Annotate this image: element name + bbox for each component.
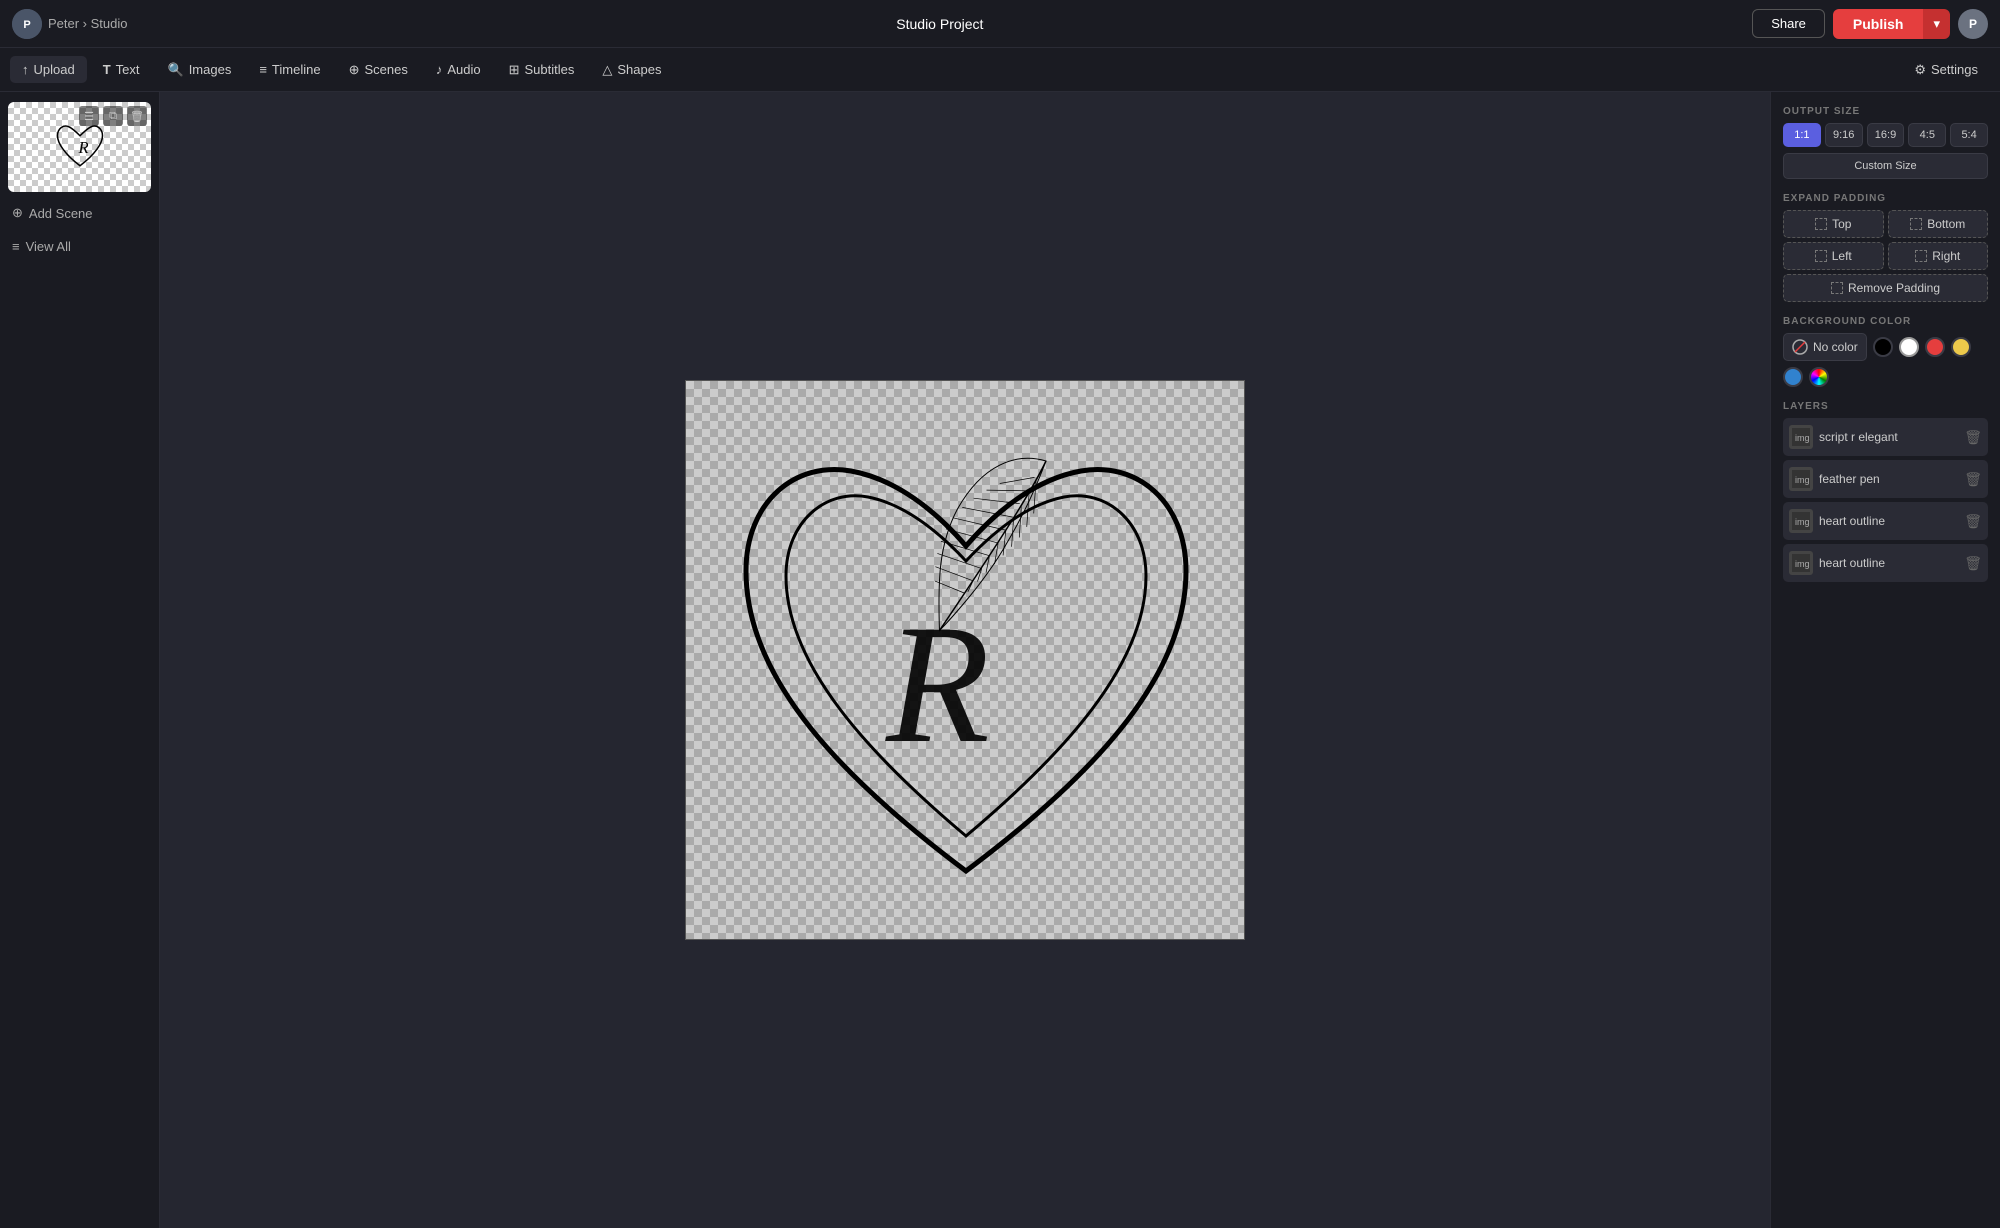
layer-delete-button[interactable]: 🗑 [1964,555,1982,572]
padding-bottom-button[interactable]: Bottom [1888,210,1989,238]
publish-button[interactable]: Publish [1833,9,1924,39]
padding-left-button[interactable]: Left [1783,242,1884,270]
toolbar-scenes[interactable]: ⊕ Scenes [337,56,420,84]
toolbar-shapes[interactable]: △ Shapes [590,56,673,84]
publish-dropdown-button[interactable]: ▾ [1923,9,1950,39]
size-options: 1:1 9:16 16:9 4:5 5:4 [1783,123,1988,147]
breadcrumb: Peter › Studio [48,16,128,31]
upload-icon: ↑ [22,62,29,77]
subtitles-icon: ⊞ [509,62,520,78]
nav-left: P Peter › Studio [12,9,128,39]
text-icon: T [103,62,111,77]
scene-copy-button[interactable]: ⧉ [103,106,123,126]
size-16-9[interactable]: 16:9 [1867,123,1905,147]
settings-icon: ⚙ [1914,62,1926,78]
main-layout: R ☰ ⧉ 🗑 ⊕ Add Scene ≡ View All [0,92,2000,1228]
audio-icon: ♪ [436,62,443,77]
no-color-button[interactable]: No color [1783,333,1867,361]
nav-avatar: P [12,9,42,39]
publish-area: Publish ▾ [1833,9,1950,39]
view-all-icon: ≡ [12,239,20,254]
size-9-16[interactable]: 9:16 [1825,123,1863,147]
svg-text:img: img [1795,433,1810,443]
swatch-yellow[interactable] [1951,337,1971,357]
svg-text:P: P [23,19,30,31]
right-panel: OUTPUT SIZE 1:1 9:16 16:9 4:5 5:4 Custom… [1770,92,2000,1228]
no-color-icon [1792,339,1808,355]
layers-label: LAYERS [1783,401,1988,412]
page-title: Studio Project [138,16,1743,32]
padding-left-icon [1815,250,1827,262]
layer-delete-button[interactable]: 🗑 [1964,513,1982,530]
share-button[interactable]: Share [1752,9,1825,38]
toolbar-images[interactable]: 🔍 Images [156,56,244,84]
canvas-wrapper[interactable]: R [685,380,1245,940]
size-1-1[interactable]: 1:1 [1783,123,1821,147]
sidebar: R ☰ ⧉ 🗑 ⊕ Add Scene ≡ View All [0,92,160,1228]
shapes-icon: △ [602,62,612,78]
bg-color-row: No color [1783,333,1988,387]
layer-delete-button[interactable]: 🗑 [1964,429,1982,446]
background-color-label: BACKGROUND COLOR [1783,316,1988,327]
swatch-black[interactable] [1873,337,1893,357]
navbar: P Peter › Studio Studio Project Share Pu… [0,0,2000,48]
swatch-blue[interactable] [1783,367,1803,387]
output-size-label: OUTPUT SIZE [1783,106,1988,117]
remove-padding-icon [1831,282,1843,294]
nav-actions: Share Publish ▾ P [1752,9,1988,39]
padding-right-icon [1915,250,1927,262]
swatch-red[interactable] [1925,337,1945,357]
svg-text:R: R [77,138,88,157]
remove-padding-button[interactable]: Remove Padding [1783,274,1988,302]
swatch-white[interactable] [1899,337,1919,357]
user-avatar: P [1958,9,1988,39]
layer-thumb: img [1789,509,1813,533]
layer-thumb: img [1789,551,1813,575]
layer-item[interactable]: img script r elegant 🗑 [1783,418,1988,456]
layer-thumb: img [1789,425,1813,449]
add-scene-button[interactable]: ⊕ Add Scene [8,200,151,226]
layer-item[interactable]: img heart outline 🗑 [1783,502,1988,540]
layer-item[interactable]: img heart outline 🗑 [1783,544,1988,582]
size-5-4[interactable]: 5:4 [1950,123,1988,147]
toolbar-settings[interactable]: ⚙ Settings [1902,56,1990,84]
scene-delete-button[interactable]: 🗑 [127,106,147,126]
toolbar: ↑ Upload T Text 🔍 Images ≡ Timeline ⊕ Sc… [0,48,2000,92]
images-icon: 🔍 [168,62,184,78]
scene-thumbnail[interactable]: R ☰ ⧉ 🗑 [8,102,151,192]
toolbar-audio[interactable]: ♪ Audio [424,56,493,83]
svg-text:img: img [1795,517,1810,527]
layer-thumb: img [1789,467,1813,491]
expand-padding-section: EXPAND PADDING Top Bottom Left Right [1783,193,1988,302]
padding-top-button[interactable]: Top [1783,210,1884,238]
padding-bottom-icon [1910,218,1922,230]
toolbar-subtitles[interactable]: ⊞ Subtitles [497,56,587,84]
view-all-button[interactable]: ≡ View All [8,234,151,259]
canvas-area: R [160,92,1770,1228]
svg-text:R: R [885,590,990,778]
scene-menu-button[interactable]: ☰ [79,106,99,126]
padding-grid: Top Bottom Left Right [1783,210,1988,270]
custom-size-button[interactable]: Custom Size [1783,153,1988,179]
svg-text:img: img [1795,475,1810,485]
swatch-rainbow[interactable] [1809,367,1829,387]
layers-section: LAYERS img script r elegant 🗑 img feathe… [1783,401,1988,586]
add-scene-icon: ⊕ [12,205,23,221]
scenes-icon: ⊕ [349,62,360,78]
expand-padding-label: EXPAND PADDING [1783,193,1988,204]
output-size-section: OUTPUT SIZE 1:1 9:16 16:9 4:5 5:4 Custom… [1783,106,1988,179]
layer-item[interactable]: img feather pen 🗑 [1783,460,1988,498]
toolbar-text[interactable]: T Text [91,56,152,83]
padding-top-icon [1815,218,1827,230]
padding-right-button[interactable]: Right [1888,242,1989,270]
layer-delete-button[interactable]: 🗑 [1964,471,1982,488]
toolbar-upload[interactable]: ↑ Upload [10,56,87,83]
background-color-section: BACKGROUND COLOR No color [1783,316,1988,387]
svg-text:img: img [1795,559,1810,569]
size-4-5[interactable]: 4:5 [1908,123,1946,147]
toolbar-timeline[interactable]: ≡ Timeline [247,56,332,83]
timeline-icon: ≡ [259,62,267,77]
